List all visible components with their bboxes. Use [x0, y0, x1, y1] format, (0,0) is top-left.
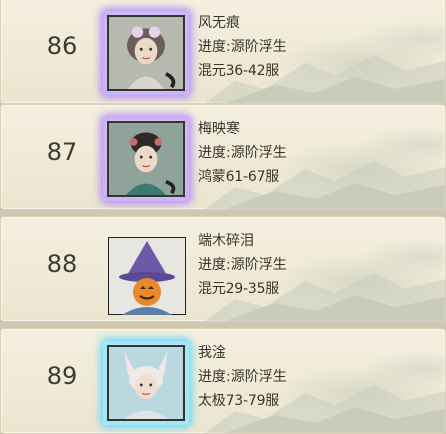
player-server: 鸿蒙61-67服	[198, 169, 280, 185]
ranking-row[interactable]: 89 我淦 进度:源阶浮生 太极73-79服	[0, 328, 446, 434]
player-info: 风无痕 进度:源阶浮生 混元36-42服	[198, 11, 398, 83]
ranking-row[interactable]: 87 梅映寒 进度:源阶浮生 鸿蒙61-67服	[0, 104, 446, 210]
player-progress: 进度:源阶浮生	[198, 257, 287, 273]
ranking-row[interactable]: 88 端木碎泪 进度:源阶浮生 混元29-35服	[0, 216, 446, 322]
avatar-frame[interactable]	[101, 115, 193, 201]
player-name: 风无痕	[198, 15, 240, 31]
player-progress: 进度:源阶浮生	[198, 145, 287, 161]
player-server: 太极73-79服	[198, 393, 280, 409]
player-name: 我淦	[198, 345, 226, 361]
player-info: 梅映寒 进度:源阶浮生 鸿蒙61-67服	[198, 117, 398, 189]
player-server: 混元36-42服	[198, 63, 280, 79]
rank-number: 87	[46, 138, 78, 166]
player-info: 端木碎泪 进度:源阶浮生 混元29-35服	[198, 229, 398, 301]
avatar-frame[interactable]	[101, 339, 193, 425]
avatar	[108, 237, 186, 315]
avatar	[107, 121, 185, 197]
rank-number: 86	[46, 32, 78, 60]
avatar	[107, 345, 185, 421]
avatar-frame[interactable]	[101, 227, 193, 315]
player-server: 混元29-35服	[198, 281, 280, 297]
player-progress: 进度:源阶浮生	[198, 39, 287, 55]
rank-number: 88	[46, 250, 78, 278]
player-name: 端木碎泪	[198, 233, 254, 249]
player-progress: 进度:源阶浮生	[198, 369, 287, 385]
rank-number: 89	[46, 362, 78, 390]
avatar-frame[interactable]	[101, 9, 193, 95]
ranking-row[interactable]: 86 风无痕 进度:源阶浮生 混元36-42服	[0, 0, 446, 104]
player-name: 梅映寒	[198, 121, 240, 137]
avatar	[107, 15, 185, 91]
player-info: 我淦 进度:源阶浮生 太极73-79服	[198, 341, 398, 413]
